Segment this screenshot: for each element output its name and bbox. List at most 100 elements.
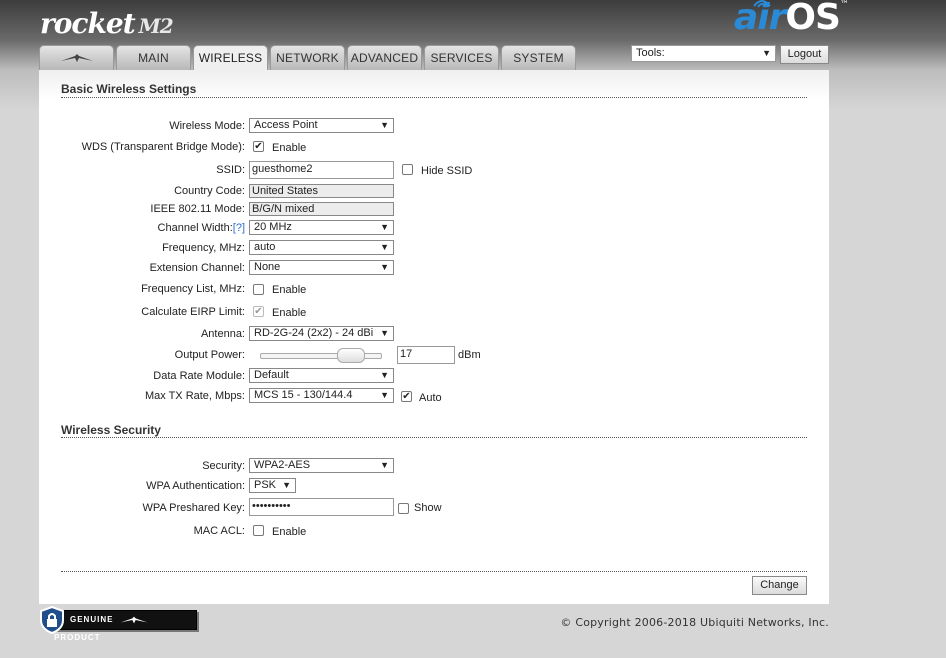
tab-home[interactable] [39, 45, 114, 70]
data-rate-module-label: Data Rate Module: [153, 370, 245, 382]
antenna-value: RD-2G-24 (2x2) - 24 dBi [254, 327, 374, 339]
dropdown-arrow-icon: ▼ [380, 460, 389, 470]
data-rate-module-value: Default [254, 369, 289, 381]
output-power-unit: dBm [458, 349, 481, 361]
genuine-product-badge: GENUINE PRODUCT [39, 606, 197, 642]
mac-acl-enable-label: Enable [272, 526, 307, 538]
frequency-list-label: Frequency List, MHz: [141, 283, 245, 295]
change-button[interactable]: Change [752, 576, 807, 595]
dropdown-arrow-icon: ▼ [380, 262, 389, 272]
wpa-preshared-key-input[interactable]: •••••••••• [249, 498, 394, 516]
wpa-authentication-label: WPA Authentication: [146, 480, 245, 492]
tab-main[interactable]: MAIN [116, 45, 191, 70]
channel-width-label-text: Channel Width: [157, 222, 233, 234]
dropdown-arrow-icon: ▼ [282, 480, 291, 490]
tools-select-value: Tools: [636, 47, 665, 59]
lock-shield-icon [40, 606, 64, 634]
dropdown-arrow-icon: ▼ [380, 328, 389, 338]
max-tx-rate-select[interactable]: MCS 15 - 130/144.4 ▼ [249, 388, 394, 403]
logout-button[interactable]: Logout [780, 45, 829, 64]
tab-services[interactable]: SERVICES [424, 45, 499, 70]
security-value: WPA2-AES [254, 459, 311, 471]
dropdown-arrow-icon: ▼ [762, 48, 771, 58]
output-power-label: Output Power: [174, 349, 245, 361]
wireless-mode-label: Wireless Mode: [169, 120, 245, 132]
airos-logo: airOS™ [734, 0, 849, 38]
ubiquiti-logo-icon [120, 616, 148, 624]
eirp-limit-checkbox[interactable]: ✔ [253, 306, 264, 317]
antenna-select[interactable]: RD-2G-24 (2x2) - 24 dBi ▼ [249, 326, 394, 341]
trademark-symbol: ™ [839, 0, 849, 10]
product-text: PRODUCT [54, 633, 101, 642]
mac-acl-label: MAC ACL: [193, 525, 245, 537]
dropdown-arrow-icon: ▼ [380, 242, 389, 252]
security-label: Security: [202, 460, 245, 472]
wpa-authentication-value: PSK [254, 479, 277, 491]
channel-width-value: 20 MHz [254, 221, 292, 233]
section-divider [61, 437, 807, 438]
section-divider [61, 97, 807, 98]
channel-width-help-link[interactable]: [?] [233, 222, 245, 234]
dropdown-arrow-icon: ▼ [380, 120, 389, 130]
copyright-text: © Copyright 2006-2018 Ubiquiti Networks,… [560, 616, 829, 629]
dropdown-arrow-icon: ▼ [380, 222, 389, 232]
ieee-mode-label: IEEE 802.11 Mode: [150, 203, 245, 215]
tab-system[interactable]: SYSTEM [501, 45, 576, 70]
wds-checkbox[interactable]: ✔ [253, 141, 264, 152]
tab-network[interactable]: NETWORK [270, 45, 345, 70]
genuine-text: GENUINE [70, 615, 114, 624]
rocket-m2-logo: rocket M2 [40, 7, 174, 42]
wireless-security-title: Wireless Security [61, 423, 161, 437]
frequency-value: auto [254, 241, 276, 253]
basic-wireless-title: Basic Wireless Settings [61, 82, 197, 96]
data-rate-module-select[interactable]: Default ▼ [249, 368, 394, 383]
frequency-label: Frequency, MHz: [162, 242, 245, 254]
mac-acl-checkbox[interactable] [253, 525, 264, 536]
wpa-authentication-select[interactable]: PSK ▼ [249, 478, 296, 493]
ssid-input[interactable]: guesthome2 [249, 161, 394, 179]
max-tx-rate-value: MCS 15 - 130/144.4 [254, 389, 353, 401]
country-code-field: United States [249, 184, 394, 198]
tools-select[interactable]: Tools: ▼ [631, 45, 776, 62]
wds-label: WDS (Transparent Bridge Mode): [81, 141, 245, 153]
wpa-preshared-key-label: WPA Preshared Key: [142, 502, 245, 514]
dropdown-arrow-icon: ▼ [380, 370, 389, 380]
section-divider [61, 571, 807, 572]
tab-advanced[interactable]: ADVANCED [347, 45, 422, 70]
show-key-label: Show [414, 502, 442, 514]
extension-channel-label: Extension Channel: [149, 262, 245, 274]
eirp-limit-enable-label: Enable [272, 307, 307, 319]
ssid-label: SSID: [216, 164, 245, 176]
country-code-label: Country Code: [174, 185, 245, 197]
max-tx-auto-label: Auto [419, 392, 442, 404]
airos-os-text: OS [785, 0, 841, 38]
model-label: M2 [138, 14, 174, 38]
rocket-logo-text: rocket [40, 7, 136, 40]
wireless-mode-select[interactable]: Access Point ▼ [249, 118, 394, 133]
tab-wireless[interactable]: WIRELESS [193, 45, 268, 71]
show-key-checkbox[interactable] [398, 503, 409, 514]
channel-width-label: Channel Width:[?] [158, 222, 245, 234]
channel-width-select[interactable]: 20 MHz ▼ [249, 220, 394, 235]
extension-channel-value: None [254, 261, 281, 273]
output-power-slider-thumb[interactable] [337, 348, 365, 363]
ieee-mode-field: B/G/N mixed [249, 202, 394, 216]
dropdown-arrow-icon: ▼ [380, 390, 389, 400]
frequency-list-checkbox[interactable] [253, 284, 264, 295]
eirp-limit-label: Calculate EIRP Limit: [141, 306, 245, 318]
antenna-label: Antenna: [200, 328, 245, 340]
frequency-list-enable-label: Enable [272, 284, 307, 296]
frequency-select[interactable]: auto ▼ [249, 240, 394, 255]
hide-ssid-checkbox[interactable] [402, 164, 413, 175]
wifi-waves-icon [753, 0, 771, 8]
hide-ssid-label: Hide SSID [421, 165, 473, 177]
max-tx-auto-checkbox[interactable]: ✔ [401, 391, 412, 402]
wds-enable-label: Enable [272, 142, 307, 154]
security-select[interactable]: WPA2-AES ▼ [249, 458, 394, 473]
genuine-product-bar: GENUINE PRODUCT [53, 610, 197, 642]
extension-channel-select[interactable]: None ▼ [249, 260, 394, 275]
main-panel: Basic Wireless Settings Wireless Mode: A… [39, 70, 829, 604]
output-power-input[interactable]: 17 [397, 346, 455, 364]
ubiquiti-logo-icon [60, 54, 93, 62]
max-tx-rate-label: Max TX Rate, Mbps: [144, 390, 245, 402]
